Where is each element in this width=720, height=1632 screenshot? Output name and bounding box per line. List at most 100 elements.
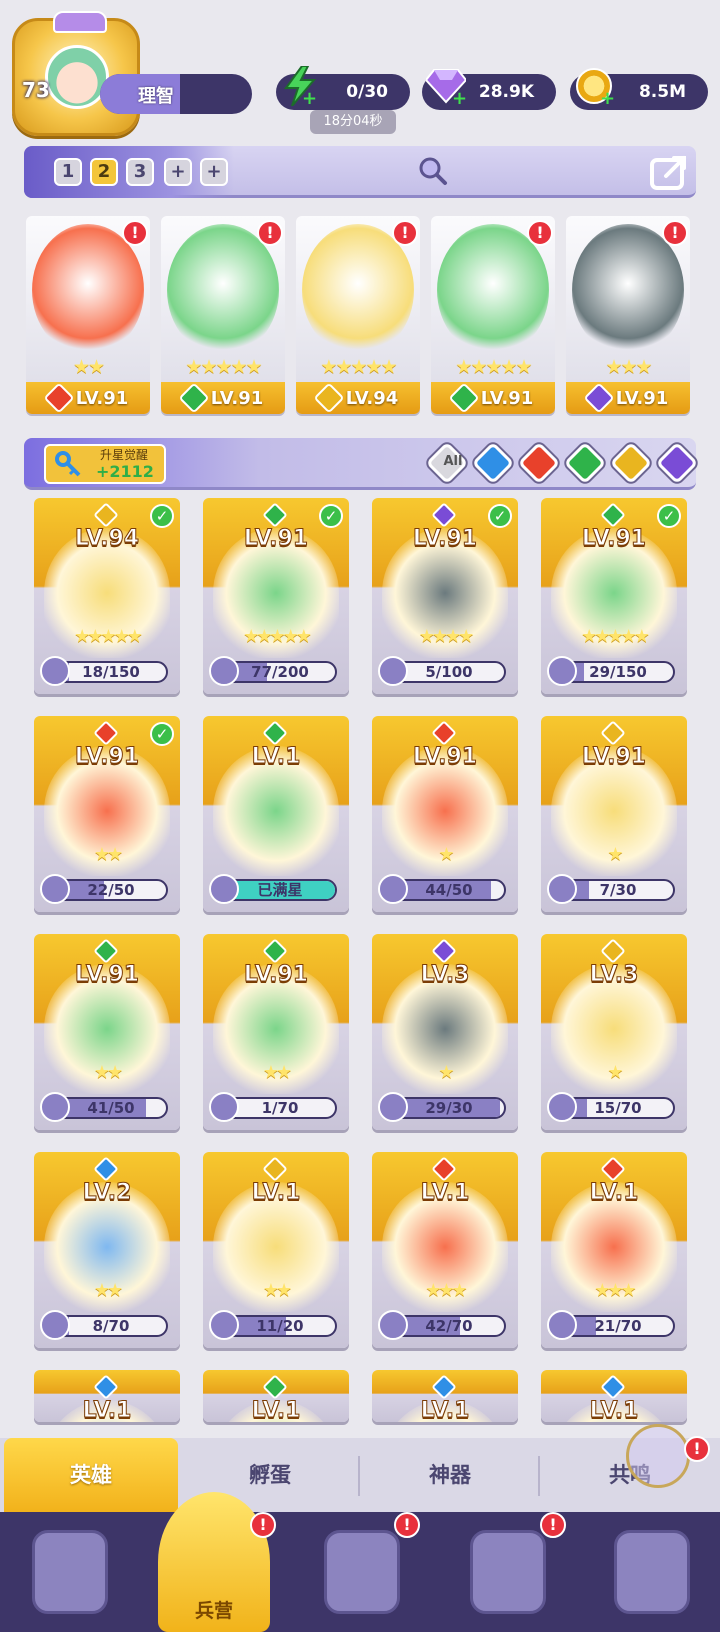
awaken-label: 升星觉醒	[100, 448, 149, 462]
team-hero-card[interactable]: ★★★ LV.91!	[566, 216, 690, 414]
sparkle-orb-button[interactable]	[626, 1424, 690, 1488]
light-element-icon	[313, 382, 345, 414]
hero-stars: ★★	[262, 1280, 292, 1301]
hero-card[interactable]: LV.1 ★★ 11/20	[203, 1152, 349, 1348]
book-icon[interactable]	[324, 1530, 400, 1614]
nature-element-icon	[600, 502, 626, 528]
hero-stars: ★	[607, 844, 623, 865]
share-icon[interactable]	[648, 150, 692, 194]
hero-level: LV.2	[82, 1180, 132, 1206]
shard-progress: 29/30	[392, 1097, 506, 1119]
hero-card[interactable]: LV.1 ★★★ 21/70	[541, 1152, 687, 1348]
check-icon: ✓	[150, 504, 174, 528]
hero-level: LV.91	[412, 744, 478, 770]
shard-progress: 29/150	[561, 661, 675, 683]
shard-count: 44/50	[425, 881, 473, 899]
shard-progress: 22/50	[54, 879, 168, 901]
team-tab-add-2[interactable]: +	[200, 158, 228, 186]
shard-icon	[209, 1092, 239, 1122]
shard-progress: 已满星	[223, 879, 337, 901]
hero-card[interactable]: LV.91 ★ 44/50	[372, 716, 518, 912]
hero-level-bar: LV.91	[431, 382, 555, 414]
player-name-pill[interactable]: 理智	[100, 74, 252, 114]
hero-card[interactable]: LV.91 ✓ ★★★★★ 29/150	[541, 498, 687, 694]
hero-level-bar: LV.91	[26, 382, 150, 414]
team-hero-card[interactable]: ★★ LV.91!	[26, 216, 150, 414]
gold-plus-icon[interactable]: +	[600, 90, 615, 108]
team-tab-1[interactable]: 1	[54, 158, 82, 186]
hero-card[interactable]: LV.91 ✓ ★★ 22/50	[34, 716, 180, 912]
gold-value: 8.5M	[638, 82, 686, 102]
hero-level: LV.1	[420, 1180, 470, 1206]
hero-card[interactable]: LV.1	[34, 1370, 180, 1422]
fire-element-icon	[431, 720, 457, 746]
hero-level: LV.1	[251, 744, 301, 770]
dark-element-icon	[431, 938, 457, 964]
shard-count: 77/200	[251, 663, 309, 681]
shard-count: 5/100	[425, 663, 473, 681]
hero-stars: ★	[438, 844, 454, 865]
team-hero-card[interactable]: ★★★★★ LV.91!	[431, 216, 555, 414]
shard-progress: 15/70	[561, 1097, 675, 1119]
hero-card[interactable]: LV.91 ★ 7/30	[541, 716, 687, 912]
hero-card[interactable]: LV.1	[203, 1370, 349, 1422]
shard-icon	[378, 656, 408, 686]
cards-icon[interactable]	[32, 1530, 108, 1614]
team-tab-2[interactable]: 2	[90, 158, 118, 186]
hero-stars: ★★★★★	[455, 356, 532, 378]
shard-count: 8/70	[92, 1317, 130, 1335]
hero-stars: ★★★★★	[185, 356, 262, 378]
shard-icon	[40, 874, 70, 904]
energy-plus-icon[interactable]: +	[302, 90, 317, 108]
team-tab-add-1[interactable]: +	[164, 158, 192, 186]
hero-card[interactable]: LV.2 ★★ 8/70	[34, 1152, 180, 1348]
hero-card[interactable]: LV.91 ★★ 1/70	[203, 934, 349, 1130]
hero-card[interactable]: LV.3 ★ 15/70	[541, 934, 687, 1130]
hero-stars: ★★	[93, 844, 123, 865]
shard-icon	[378, 1310, 408, 1340]
alert-badge: !	[392, 220, 418, 246]
hero-stars: ★	[438, 1062, 454, 1083]
nature-element-icon	[93, 938, 119, 964]
tab-artifacts[interactable]: 神器	[360, 1438, 540, 1512]
hero-card[interactable]: LV.3 ★ 29/30	[372, 934, 518, 1130]
shard-progress: 8/70	[54, 1315, 168, 1337]
filter-all-label: All	[443, 454, 463, 469]
dark-element-icon	[583, 382, 615, 414]
hero-card[interactable]: LV.1	[372, 1370, 518, 1422]
hero-stars: ★★★★★	[320, 356, 397, 378]
nature-element-icon	[262, 1374, 288, 1400]
hero-card[interactable]: LV.1 已满星	[203, 716, 349, 912]
hero-card[interactable]: LV.91 ★★ 41/50	[34, 934, 180, 1130]
hero-card[interactable]: LV.94 ✓ ★★★★★ 18/150	[34, 498, 180, 694]
alert-badge: !	[662, 220, 688, 246]
shard-progress: 11/20	[223, 1315, 337, 1337]
team-tab-3[interactable]: 3	[126, 158, 154, 186]
mushroom-icon[interactable]	[614, 1530, 690, 1614]
tab-heroes[interactable]: 英雄	[4, 1438, 178, 1512]
hero-level: LV.91	[74, 962, 140, 988]
hero-level: LV.94	[74, 526, 140, 552]
alert-badge: !	[122, 220, 148, 246]
team-hero-card[interactable]: ★★★★★ LV.94!	[296, 216, 420, 414]
gem-value: 28.9K	[478, 82, 534, 102]
barracks-label: 兵营	[194, 1600, 233, 1622]
hero-card[interactable]: LV.91 ✓ ★★★★ 5/100	[372, 498, 518, 694]
shard-icon	[547, 1310, 577, 1340]
nature-element-icon	[448, 382, 480, 414]
hero-card[interactable]: LV.1 ★★★ 42/70	[372, 1152, 518, 1348]
shard-icon	[209, 656, 239, 686]
hero-level: LV.91	[243, 962, 309, 988]
hero-level: LV.91	[412, 526, 478, 552]
awaken-value: +2112	[96, 462, 154, 481]
team-hero-card[interactable]: ★★★★★ LV.91!	[161, 216, 285, 414]
hero-card[interactable]: LV.1	[541, 1370, 687, 1422]
shard-progress: 7/30	[561, 879, 675, 901]
shard-progress: 77/200	[223, 661, 337, 683]
gem-plus-icon[interactable]: +	[452, 90, 467, 108]
nature-element-icon	[262, 938, 288, 964]
search-icon[interactable]	[418, 156, 448, 186]
castle-icon[interactable]	[470, 1530, 546, 1614]
hero-card[interactable]: LV.91 ✓ ★★★★★ 77/200	[203, 498, 349, 694]
hero-level: LV.91	[581, 526, 647, 552]
